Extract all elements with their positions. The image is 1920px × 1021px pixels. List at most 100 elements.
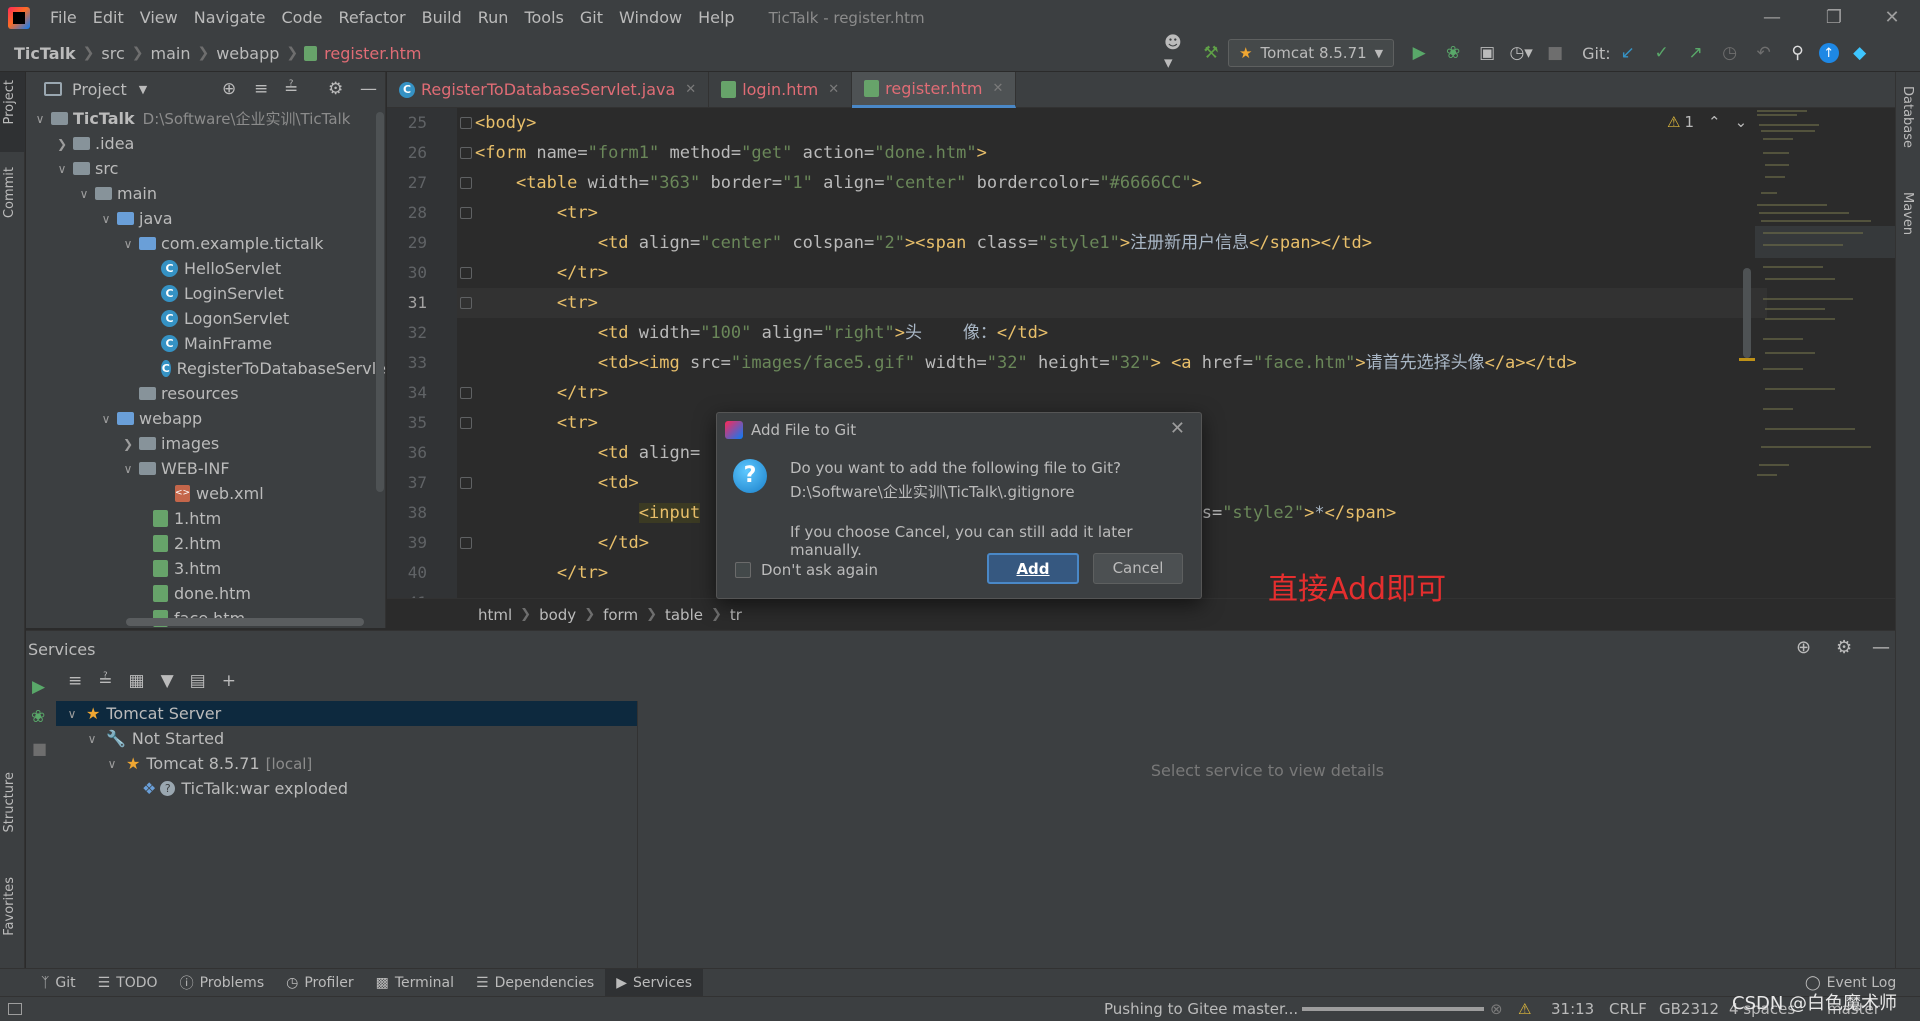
tree-item[interactable]: ❯ .idea xyxy=(26,131,386,156)
filter-icon[interactable]: ▼ xyxy=(161,671,174,691)
menu-help[interactable]: Help xyxy=(690,0,742,35)
group-icon[interactable]: ▦ xyxy=(129,671,145,691)
tree-item[interactable]: resources xyxy=(26,381,386,406)
service-artifact[interactable]: ❖ ? TicTalk:war exploded xyxy=(56,776,637,801)
warning-icon[interactable]: ⚠ xyxy=(1518,1000,1531,1018)
collapse-all-icon[interactable]: ≟ xyxy=(98,671,112,691)
service-tomcat-server[interactable]: ∨ ★ Tomcat Server xyxy=(56,701,637,726)
fold-icon[interactable] xyxy=(460,207,472,219)
tab-register-servlet[interactable]: C RegisterToDatabaseServlet.java ✕ xyxy=(387,71,710,108)
crumb-webapp[interactable]: webapp xyxy=(212,44,283,63)
restore-icon[interactable]: ❐ xyxy=(1806,0,1862,35)
toggle-panels-icon[interactable] xyxy=(8,1003,22,1015)
gear-icon[interactable]: ⚙ xyxy=(328,79,343,99)
new-tab-icon[interactable]: ▤ xyxy=(190,671,206,691)
debug-icon[interactable]: ❀ xyxy=(31,707,45,727)
tree-item[interactable]: done.htm xyxy=(26,581,386,606)
hide-panel-icon[interactable]: — xyxy=(1872,637,1890,658)
tool-tab-dependencies[interactable]: ☰ Dependencies xyxy=(465,969,605,997)
add-button[interactable]: Add xyxy=(987,553,1079,584)
side-tab-favorites[interactable]: Favorites xyxy=(2,877,17,936)
fold-icon[interactable] xyxy=(460,477,472,489)
tree-item[interactable]: ∨ main xyxy=(26,181,386,206)
menu-view[interactable]: View xyxy=(132,0,186,35)
side-tab-database[interactable]: Database xyxy=(1900,86,1915,148)
tool-tab-todo[interactable]: ☰ TODO xyxy=(87,969,169,997)
tree-item[interactable]: 1.htm xyxy=(26,506,386,531)
tree-item[interactable]: ∨ src xyxy=(26,156,386,181)
menu-refactor[interactable]: Refactor xyxy=(330,0,413,35)
tree-item[interactable]: ∨ java xyxy=(26,206,386,231)
breadcrumb-item[interactable]: body xyxy=(531,606,584,624)
coverage-icon[interactable]: ▣ xyxy=(1474,40,1500,66)
fold-icon[interactable] xyxy=(460,297,472,309)
crumb-register-htm[interactable]: register.htm xyxy=(320,44,425,63)
tab-register-htm[interactable]: register.htm ✕ xyxy=(852,71,1017,108)
tree-item[interactable]: ❯ images xyxy=(26,431,386,456)
close-icon[interactable]: ✕ xyxy=(1170,418,1185,439)
fold-icon[interactable] xyxy=(460,417,472,429)
menu-code[interactable]: Code xyxy=(274,0,331,35)
jetbrains-toolbox-icon[interactable]: ◆ xyxy=(1847,40,1873,66)
git-commit-icon[interactable]: ✓ xyxy=(1649,40,1675,66)
dont-ask-again-checkbox[interactable] xyxy=(735,562,751,578)
history-icon[interactable]: ◷ xyxy=(1717,40,1743,66)
tool-tab-problems[interactable]: ⓘ Problems xyxy=(169,969,276,997)
code-minimap[interactable] xyxy=(1755,108,1895,488)
side-tab-maven[interactable]: Maven xyxy=(1900,192,1915,235)
build-hammer-icon[interactable]: ⚒ xyxy=(1198,40,1224,66)
user-icon[interactable]: ☻▾ xyxy=(1164,33,1190,73)
tree-item-root[interactable]: ∨ TicTalk D:\Software\企业实训\TicTalk xyxy=(26,106,386,131)
minimize-icon[interactable]: — xyxy=(1744,0,1800,35)
tree-item[interactable]: C MainFrame xyxy=(26,331,386,356)
search-icon[interactable]: ⚲ xyxy=(1785,40,1811,66)
tool-tab-services[interactable]: ▶ Services xyxy=(605,968,704,997)
add-service-icon[interactable]: + xyxy=(222,671,236,691)
git-update-icon[interactable]: ↙ xyxy=(1615,40,1641,66)
cancel-button[interactable]: Cancel xyxy=(1093,553,1183,584)
tree-item[interactable]: ∨ webapp xyxy=(26,406,386,431)
tool-tab-git[interactable]: ᛉ Git xyxy=(30,969,87,997)
tree-item[interactable]: C HelloServlet xyxy=(26,256,386,281)
side-tab-commit[interactable]: Commit xyxy=(2,167,17,218)
warning-stripe-marker[interactable] xyxy=(1739,358,1755,361)
rollback-icon[interactable]: ↶ xyxy=(1751,40,1777,66)
crumb-src[interactable]: src xyxy=(97,44,128,63)
tree-item[interactable]: ∨ WEB-INF xyxy=(26,456,386,481)
line-separator[interactable]: CRLF xyxy=(1600,1000,1656,1018)
side-tab-project[interactable]: Project xyxy=(2,80,17,124)
stop-icon[interactable]: ■ xyxy=(32,739,47,758)
tree-item[interactable]: 2.htm xyxy=(26,531,386,556)
close-icon[interactable]: ✕ xyxy=(992,81,1003,96)
menu-run[interactable]: Run xyxy=(470,0,517,35)
background-task-label[interactable]: Pushing to Gitee master... xyxy=(1104,1000,1298,1018)
crumb-main[interactable]: main xyxy=(146,44,194,63)
menu-build[interactable]: Build xyxy=(414,0,470,35)
locate-icon[interactable]: ⊕ xyxy=(222,79,236,99)
tab-login-htm[interactable]: login.htm ✕ xyxy=(709,71,853,108)
chevron-down-icon[interactable]: ⌄ xyxy=(1735,113,1748,131)
vertical-scrollbar[interactable] xyxy=(376,112,384,492)
breadcrumb-item[interactable]: tr xyxy=(722,606,750,624)
service-tomcat-instance[interactable]: ∨ ★ Tomcat 8.5.71 [local] xyxy=(56,751,637,776)
run-icon[interactable]: ▶ xyxy=(32,677,45,697)
close-icon[interactable]: ✕ xyxy=(828,82,839,97)
fold-icon[interactable] xyxy=(460,147,472,159)
file-encoding[interactable]: GB2312 xyxy=(1650,1000,1728,1018)
expand-all-icon[interactable]: ≡ xyxy=(68,671,82,691)
tree-item[interactable]: C LogonServlet xyxy=(26,306,386,331)
breadcrumb-item[interactable]: form xyxy=(595,606,646,624)
update-icon[interactable]: ↑ xyxy=(1818,43,1839,63)
chevron-down-icon[interactable]: ▼ xyxy=(139,83,147,96)
inspection-widget[interactable]: ⚠ 1 ⌃ ⌄ xyxy=(1667,113,1747,131)
service-not-started[interactable]: ∨ 🔧 Not Started xyxy=(56,726,637,751)
stop-icon[interactable]: ■ xyxy=(1542,40,1568,66)
caret-position[interactable]: 31:13 xyxy=(1542,1000,1603,1018)
target-icon[interactable]: ⊕ xyxy=(1796,637,1811,658)
breadcrumb-item[interactable]: html xyxy=(470,606,520,624)
close-window-icon[interactable]: ✕ xyxy=(1864,0,1920,35)
debug-icon[interactable]: ❀ xyxy=(1440,40,1466,66)
fold-icon[interactable] xyxy=(460,537,472,549)
gear-icon[interactable]: ⚙ xyxy=(1836,637,1852,658)
breadcrumb-item[interactable]: table xyxy=(657,606,711,624)
